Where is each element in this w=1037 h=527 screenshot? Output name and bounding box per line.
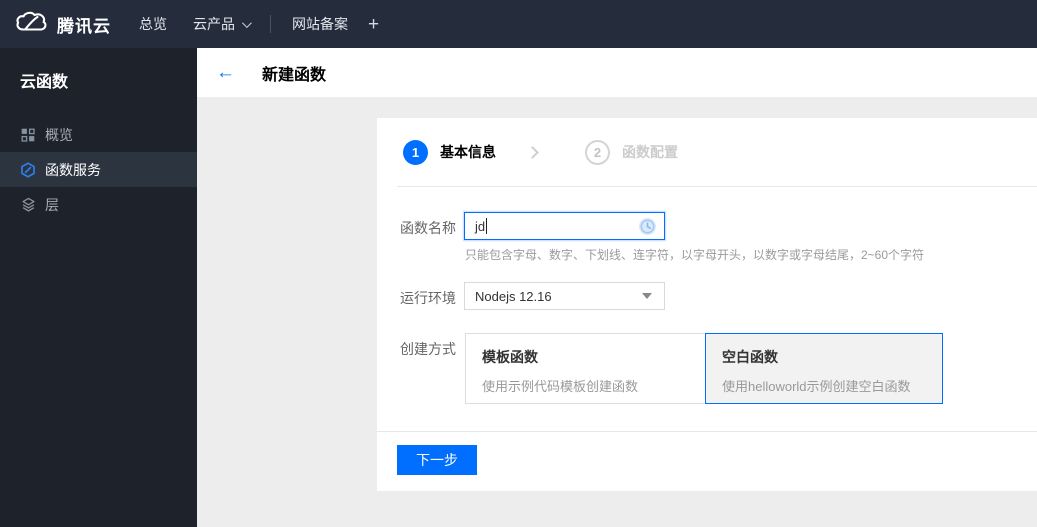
nav-divider — [270, 15, 271, 33]
creation-method-label: 创建方式 — [400, 341, 456, 357]
content-area: 1 基本信息 2 函数配置 函数名称 jd 只能包含字母、数字、下划线、连字符，… — [197, 97, 1037, 527]
runtime-select[interactable]: Nodejs 12.16 — [464, 282, 665, 310]
function-name-input[interactable]: jd — [464, 212, 665, 240]
function-name-hint: 只能包含字母、数字、下划线、连字符，以字母开头，以数字或字母结尾，2~60个字符 — [465, 248, 925, 262]
sidebar-item-overview[interactable]: 概览 — [0, 117, 197, 152]
function-name-value: jd — [475, 218, 486, 234]
sidebar-title: 云函数 — [20, 74, 69, 91]
top-nav-links: 总览 云产品 网站备案 + — [139, 14, 379, 34]
method-card-desc: 使用helloworld示例创建空白函数 — [722, 379, 911, 394]
runtime-selected-value: Nodejs 12.16 — [475, 288, 552, 304]
app-window: 腾讯云 总览 云产品 网站备案 + 云函数 概览 函数服务 层 ← 新建函数 1… — [0, 0, 1037, 527]
step-2-label: 函数配置 — [622, 144, 678, 160]
sidebar-item-label: 函数服务 — [45, 161, 101, 178]
sidebar-item-layers[interactable]: 层 — [0, 187, 197, 222]
method-card-blank-function[interactable]: 空白函数 使用helloworld示例创建空白函数 — [705, 333, 943, 404]
nav-item-icp-filing[interactable]: 网站备案 — [292, 14, 348, 34]
tencent-cloud-logo-icon — [14, 10, 48, 39]
divider — [397, 186, 1037, 187]
grid-overview-icon — [20, 127, 36, 143]
sidebar-item-function-service[interactable]: 函数服务 — [0, 152, 197, 187]
step-1-label: 基本信息 — [440, 144, 496, 160]
brand-name: 腾讯云 — [57, 16, 111, 36]
nav-item-overview[interactable]: 总览 — [139, 14, 167, 34]
sidebar-item-label: 层 — [45, 196, 59, 213]
nav-item-products[interactable]: 云产品 — [193, 14, 252, 34]
sidebar: 云函数 概览 函数服务 层 — [0, 48, 197, 527]
layers-icon — [20, 197, 36, 213]
back-arrow-icon[interactable]: ← — [216, 63, 235, 82]
nav-item-products-label: 云产品 — [193, 16, 235, 32]
wizard-steps: 1 基本信息 2 函数配置 — [377, 118, 1037, 186]
method-card-desc: 使用示例代码模板创建函数 — [482, 379, 639, 394]
chevron-right-icon — [526, 145, 539, 159]
create-function-card: 1 基本信息 2 函数配置 函数名称 jd 只能包含字母、数字、下划线、连字符，… — [377, 118, 1037, 491]
runtime-label: 运行环境 — [400, 290, 456, 306]
text-cursor — [486, 218, 488, 234]
chevron-down-icon — [241, 17, 252, 28]
hexagon-function-icon — [20, 161, 36, 178]
brand[interactable]: 腾讯云 — [14, 10, 111, 39]
page-header: ← 新建函数 — [197, 48, 1037, 97]
method-card-title: 模板函数 — [482, 349, 538, 365]
divider — [377, 431, 1037, 432]
top-nav: 腾讯云 总览 云产品 网站备案 + — [0, 0, 1037, 48]
function-name-label: 函数名称 — [400, 220, 456, 236]
method-card-template-function[interactable]: 模板函数 使用示例代码模板创建函数 — [465, 333, 705, 404]
dropdown-caret-icon — [642, 293, 652, 299]
method-card-title: 空白函数 — [722, 349, 778, 365]
page-title: 新建函数 — [262, 66, 327, 84]
step-1-circle: 1 — [403, 139, 428, 165]
pending-clock-icon — [638, 217, 657, 241]
step-2-circle: 2 — [585, 139, 610, 165]
add-tab-button[interactable]: + — [368, 15, 379, 34]
sidebar-item-label: 概览 — [45, 126, 73, 143]
next-step-button[interactable]: 下一步 — [397, 445, 477, 475]
